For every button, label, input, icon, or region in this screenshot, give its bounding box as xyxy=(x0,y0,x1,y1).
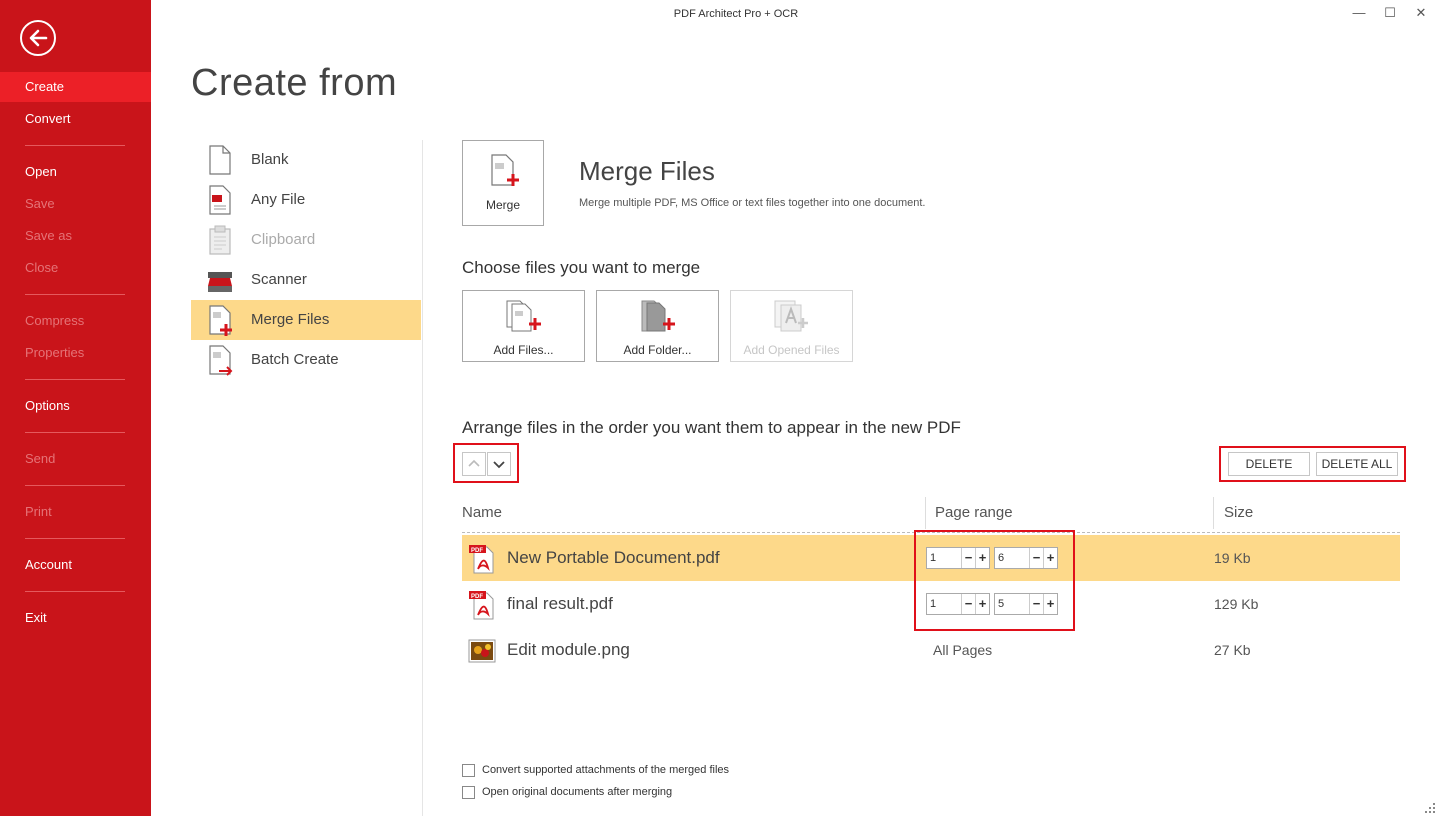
page-title: Create from xyxy=(191,62,398,104)
blank-page-icon xyxy=(209,145,231,175)
section-title: Merge Files xyxy=(579,156,715,186)
content-divider xyxy=(422,140,423,816)
source-label: Batch Create xyxy=(251,351,339,368)
checkbox-box[interactable] xyxy=(462,764,475,777)
sidebar-divider xyxy=(25,379,125,380)
sidebar-item-open[interactable]: Open xyxy=(0,157,151,187)
source-label: Scanner xyxy=(251,271,307,288)
sidebar-item-send[interactable]: Send xyxy=(0,444,151,474)
merge-tile[interactable]: Merge xyxy=(462,140,544,226)
sidebar-divider xyxy=(25,432,125,433)
checkbox-box[interactable] xyxy=(462,786,475,799)
chevron-up-icon xyxy=(468,459,480,467)
convert-attachments-checkbox[interactable]: Convert supported attachments of the mer… xyxy=(462,763,762,779)
source-label: Any File xyxy=(251,191,306,208)
sidebar-divider xyxy=(25,538,125,539)
sidebar-divider xyxy=(25,294,125,295)
source-item-scanner[interactable]: Scanner xyxy=(191,260,421,300)
file-size: 19 Kb xyxy=(1214,550,1251,566)
sidebar-divider xyxy=(25,145,125,146)
minimize-icon[interactable]: — xyxy=(1349,4,1369,22)
maximize-icon[interactable]: ☐ xyxy=(1380,4,1400,22)
source-item-any-file[interactable]: Any File xyxy=(191,180,421,220)
table-row[interactable]: Edit module.png All Pages 27 Kb xyxy=(462,627,1400,673)
column-separator xyxy=(925,497,926,529)
merge-tile-label: Merge xyxy=(485,198,520,212)
window-title: PDF Architect Pro + OCR xyxy=(673,8,799,20)
file-size: 129 Kb xyxy=(1214,596,1259,612)
file-name: New Portable Document.pdf xyxy=(507,548,720,567)
sidebar-item-close[interactable]: Close xyxy=(0,253,151,283)
source-item-merge-files[interactable]: Merge Files xyxy=(191,300,421,340)
add-files-label: Add Files... xyxy=(493,343,554,357)
sidebar-item-exit[interactable]: Exit xyxy=(0,603,151,633)
column-separator xyxy=(1213,497,1214,529)
add-folder-button[interactable]: Add Folder... xyxy=(596,290,719,362)
back-arrow-icon[interactable] xyxy=(20,20,56,56)
sidebar-divider xyxy=(25,591,125,592)
close-icon[interactable]: ✕ xyxy=(1411,4,1431,22)
sidebar-item-convert[interactable]: Convert xyxy=(0,104,151,134)
column-header-size[interactable]: Size xyxy=(1224,504,1253,521)
sidebar-item-properties[interactable]: Properties xyxy=(0,338,151,368)
move-up-button[interactable] xyxy=(462,452,486,476)
add-opened-files-label: Add Opened Files xyxy=(743,343,840,357)
sidebar-item-create[interactable]: Create xyxy=(0,72,151,102)
section-description: Merge multiple PDF, MS Office or text fi… xyxy=(579,197,926,209)
add-folder-label: Add Folder... xyxy=(623,343,692,357)
open-after-merging-checkbox[interactable]: Open original documents after merging xyxy=(462,785,762,801)
choose-heading: Choose files you want to merge xyxy=(462,258,701,277)
page-range-text: All Pages xyxy=(933,642,993,658)
file-name: Edit module.png xyxy=(507,640,630,659)
file-size: 27 Kb xyxy=(1214,642,1251,658)
add-files-icon xyxy=(506,300,541,332)
pdf-file-icon: PDF xyxy=(469,591,494,620)
move-down-button[interactable] xyxy=(487,452,511,476)
source-label: Merge Files xyxy=(251,311,330,328)
sidebar: Create Convert Open Save Save as Close C… xyxy=(0,0,151,816)
chevron-down-icon xyxy=(493,461,505,469)
merge-icon xyxy=(491,154,519,186)
delete-all-button[interactable]: DELETE ALL xyxy=(1316,452,1398,476)
checkbox-label: Convert supported attachments of the mer… xyxy=(482,764,730,776)
add-opened-files-button[interactable]: Add Opened Files xyxy=(730,290,853,362)
sidebar-divider xyxy=(25,485,125,486)
sidebar-item-compress[interactable]: Compress xyxy=(0,306,151,336)
column-header-page-range[interactable]: Page range xyxy=(935,504,1013,521)
checkbox-label: Open original documents after merging xyxy=(482,786,673,798)
column-header-name[interactable]: Name xyxy=(462,504,502,521)
any-file-icon xyxy=(209,185,231,215)
image-file-icon xyxy=(468,639,496,663)
arrange-heading: Arrange files in the order you want them… xyxy=(462,418,961,437)
batch-create-icon xyxy=(209,345,233,376)
source-item-clipboard[interactable]: Clipboard xyxy=(191,220,421,260)
resize-grip-icon[interactable] xyxy=(1425,803,1435,813)
add-files-button[interactable]: Add Files... xyxy=(462,290,585,362)
sidebar-item-print[interactable]: Print xyxy=(0,497,151,527)
sidebar-item-save[interactable]: Save xyxy=(0,189,151,219)
source-item-blank[interactable]: Blank xyxy=(191,140,421,180)
svg-text:PDF: PDF xyxy=(471,548,483,554)
add-folder-icon xyxy=(641,300,675,332)
svg-text:PDF: PDF xyxy=(471,594,483,600)
file-name: final result.pdf xyxy=(507,594,613,613)
merge-files-icon xyxy=(209,305,232,336)
sidebar-item-save-as[interactable]: Save as xyxy=(0,221,151,251)
highlight-box xyxy=(914,530,1075,631)
delete-button[interactable]: DELETE xyxy=(1228,452,1310,476)
source-label: Blank xyxy=(251,151,289,168)
source-item-batch-create[interactable]: Batch Create xyxy=(191,340,421,380)
add-opened-files-icon xyxy=(774,300,808,332)
clipboard-icon xyxy=(209,225,231,255)
scanner-icon xyxy=(208,272,232,292)
pdf-file-icon: PDF xyxy=(469,545,494,574)
sidebar-item-account[interactable]: Account xyxy=(0,550,151,580)
sidebar-item-options[interactable]: Options xyxy=(0,391,151,421)
source-label: Clipboard xyxy=(251,231,316,248)
